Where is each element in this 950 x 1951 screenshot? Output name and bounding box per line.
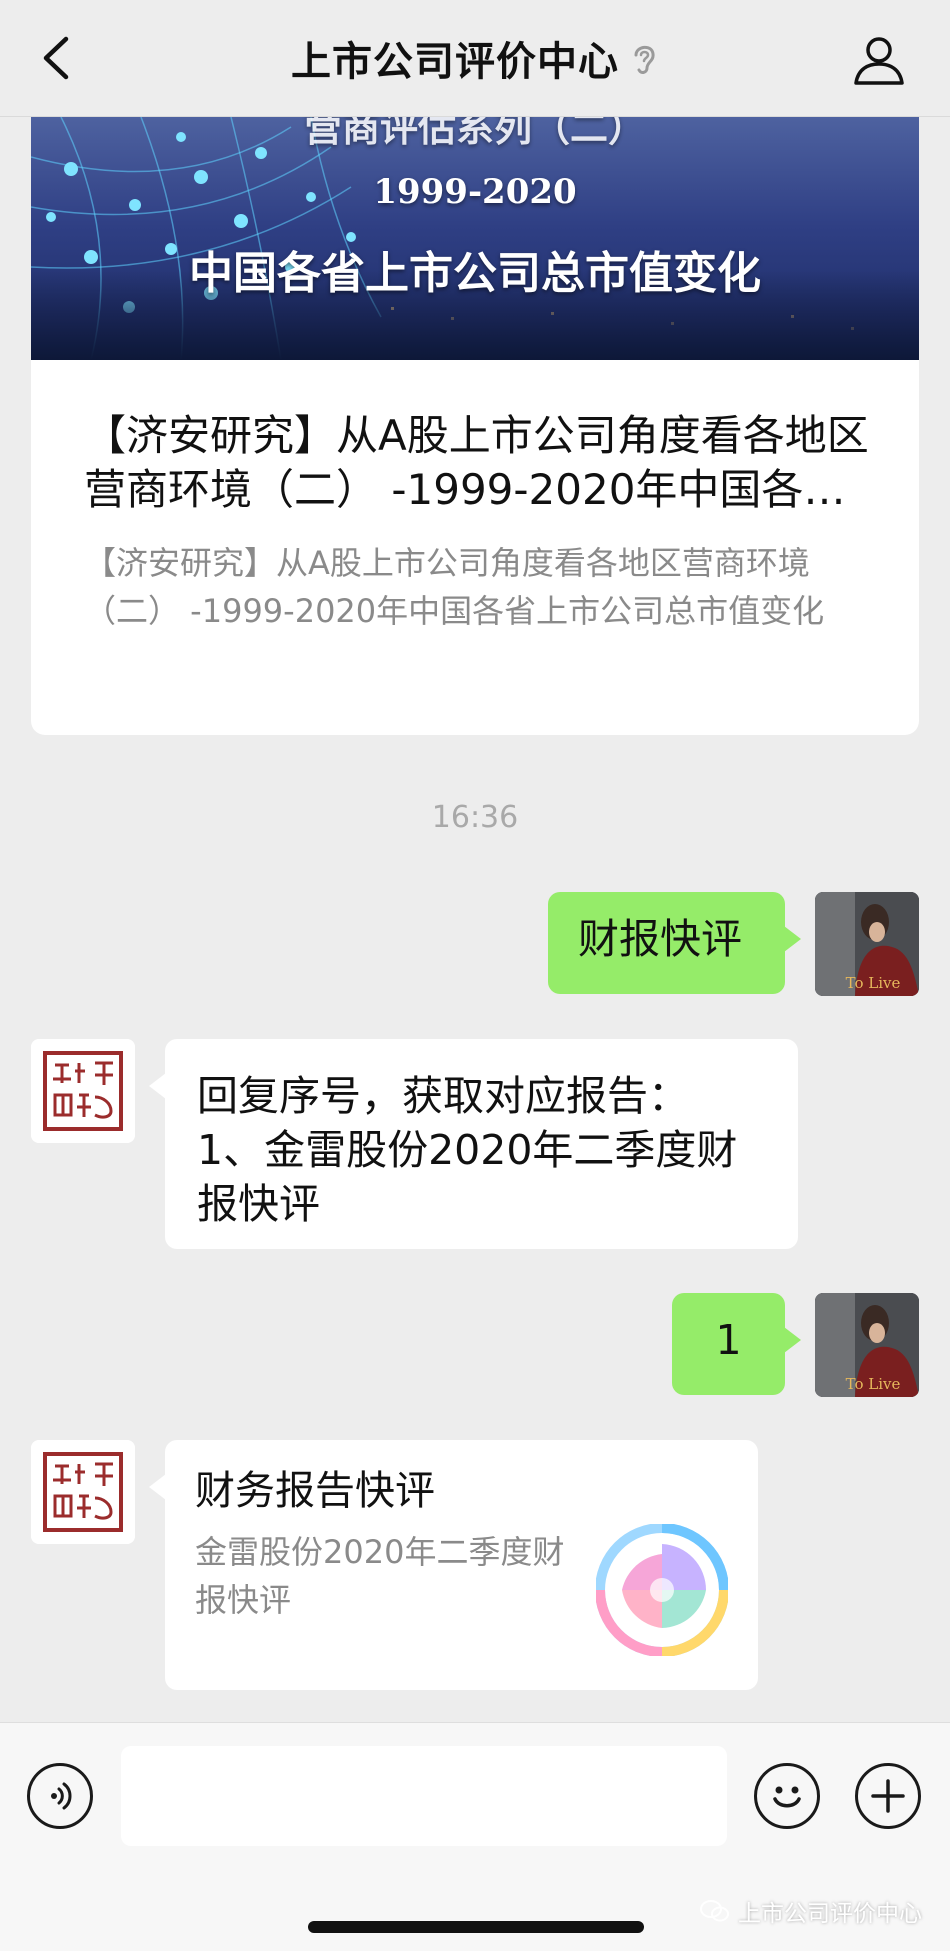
- message-input-bar: 上市公司评价中心: [0, 1722, 950, 1951]
- message-text: 财报快评: [578, 915, 742, 963]
- back-button[interactable]: [36, 33, 76, 83]
- profile-button[interactable]: [852, 34, 906, 86]
- person-icon: [854, 37, 904, 85]
- article-card[interactable]: 营商评估系列（二） 1999-2020 中国各省上市公司总市值变化 【济安研究】…: [31, 117, 919, 735]
- report-card-description: 金雷股份2020年二季度财报快评: [195, 1533, 565, 1619]
- sent-message-bubble[interactable]: 财报快评: [548, 892, 801, 994]
- emoji-button[interactable]: [754, 1763, 820, 1829]
- chat-screen: 上市公司评价中心 营商评估系列（二） 1999-2020 中国各省上市公司总市值…: [0, 0, 950, 1951]
- article-description: 【济安研究】从A股上市公司角度看各地区营商环境（二） -1999-2020年中国…: [84, 544, 825, 630]
- bubble-tail: [784, 926, 801, 952]
- official-account-avatar[interactable]: [31, 1440, 135, 1544]
- bubble-tail: [784, 1327, 801, 1353]
- svg-text:To Live: To Live: [846, 974, 901, 992]
- report-thumbnail-icon: [596, 1524, 728, 1656]
- chevron-left-icon: [43, 36, 69, 80]
- wechat-icon: [700, 1900, 729, 1922]
- emoji-icon: [773, 1786, 801, 1808]
- ear-icon: [634, 45, 655, 74]
- message-input[interactable]: [121, 1746, 727, 1846]
- message-text: 1: [715, 1316, 742, 1364]
- article-title: 【济安研究】从A股上市公司角度看各地区营商环境（二） -1999-2020年中国…: [84, 411, 869, 514]
- user-avatar-image: To Live: [815, 1293, 919, 1397]
- chat-title: 上市公司评价中心: [291, 39, 619, 85]
- chat-header: 上市公司评价中心: [0, 0, 950, 117]
- seal-logo-icon: [31, 1039, 135, 1143]
- home-indicator[interactable]: [308, 1921, 644, 1933]
- report-card-title: 财务报告快评: [195, 1468, 435, 1514]
- voice-button[interactable]: [27, 1763, 93, 1829]
- user-avatar[interactable]: To Live: [815, 892, 919, 996]
- bubble-tail: [149, 1073, 166, 1099]
- voice-icon: [51, 1782, 72, 1810]
- watermark: 上市公司评价中心: [700, 1894, 922, 1928]
- received-message-bubble[interactable]: 回复序号，获取对应报告： 1、金雷股份2020年二季度财报快评: [149, 1039, 798, 1249]
- article-cover-image: 营商评估系列（二） 1999-2020 中国各省上市公司总市值变化: [31, 117, 919, 360]
- plus-button[interactable]: [855, 1763, 921, 1829]
- watermark-text: 上市公司评价中心: [738, 1901, 922, 1927]
- user-avatar-image: To Live: [815, 892, 919, 996]
- report-card-message[interactable]: 财务报告快评 金雷股份2020年二季度财报快评: [149, 1440, 758, 1690]
- user-avatar[interactable]: To Live: [815, 1293, 919, 1397]
- bubble-tail: [149, 1474, 166, 1500]
- message-text: 回复序号，获取对应报告： 1、金雷股份2020年二季度财报快评: [197, 1072, 738, 1228]
- cover-years-text: 1999-2020: [373, 172, 577, 212]
- cover-series-text: 营商评估系列（二）: [303, 117, 646, 150]
- message-timestamp: 16:36: [431, 800, 519, 835]
- sent-message-bubble[interactable]: 1: [672, 1293, 801, 1395]
- seal-logo-icon: [31, 1440, 135, 1544]
- title-group: 上市公司评价中心: [291, 29, 659, 87]
- plus-icon: [871, 1779, 905, 1813]
- official-account-avatar[interactable]: [31, 1039, 135, 1143]
- svg-text:To Live: To Live: [846, 1375, 901, 1393]
- cover-headline-text: 中国各省上市公司总市值变化: [189, 248, 761, 299]
